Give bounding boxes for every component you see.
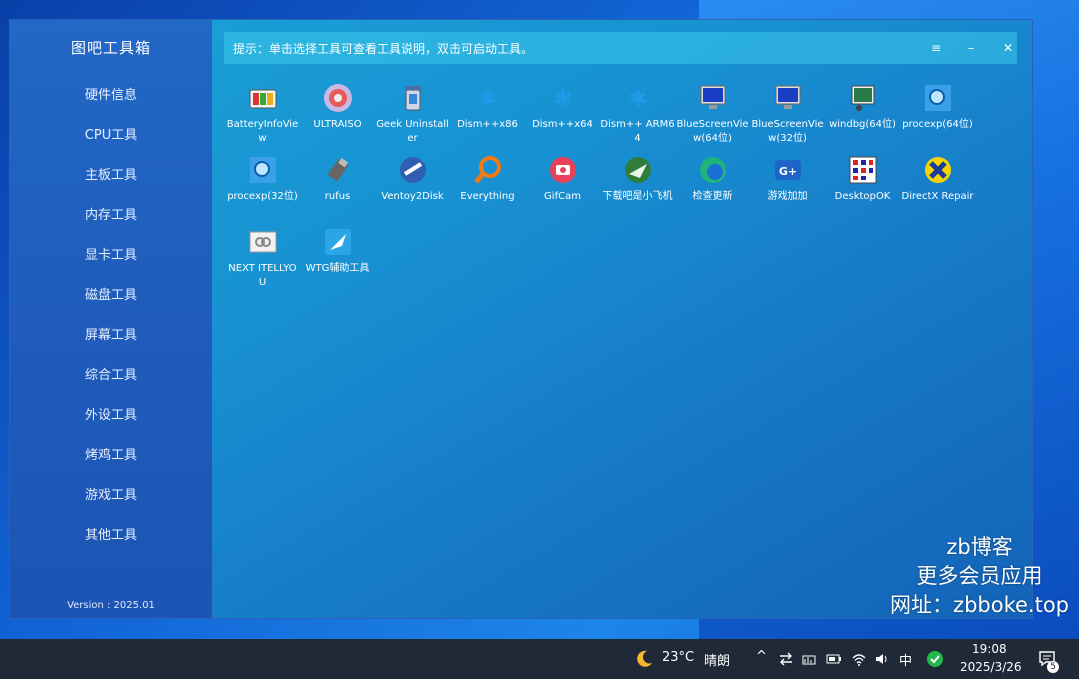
tool-rufus[interactable]: rufus	[300, 154, 375, 204]
tool-desktopok[interactable]: DesktopOK	[825, 154, 900, 204]
battery-icon[interactable]	[826, 651, 842, 667]
watermark-line-2: 更多会员应用	[916, 564, 1043, 588]
speaker-icon[interactable]	[874, 651, 890, 667]
tool-dism-x86[interactable]: ✱ Dism++x86	[450, 82, 525, 132]
sidebar-item-general[interactable]: 综合工具	[10, 364, 212, 404]
dism-icon: ✱	[628, 87, 646, 112]
sidebar-item-game[interactable]: 游戏工具	[10, 484, 212, 524]
dism-icon: ✱	[478, 87, 496, 112]
battery-icon	[249, 89, 276, 109]
chevron-up-icon[interactable]: ^	[756, 649, 767, 664]
sidebar-item-stress-test[interactable]: 烤鸡工具	[10, 444, 212, 484]
sidebar-item-screen[interactable]: 屏幕工具	[10, 324, 212, 364]
taskbar: 23°C 晴朗 ^ 中 19:08 2025/3/26 5	[0, 639, 1079, 679]
weather-desc[interactable]: 晴朗	[704, 650, 730, 669]
tool-bluescreenview-64[interactable]: BlueScreenView(64位)	[675, 82, 750, 146]
sidebar-item-gpu[interactable]: 显卡工具	[10, 244, 212, 284]
link-icon	[249, 231, 276, 253]
trash-icon	[404, 86, 421, 111]
monitor-icon	[700, 85, 725, 109]
svg-text:✱: ✱	[553, 87, 571, 112]
tool-dism-x64[interactable]: ✱ Dism++x64	[525, 82, 600, 132]
tool-dism-arm64[interactable]: ✱ Dism++ ARM64	[600, 82, 675, 146]
process-icon	[249, 157, 276, 183]
moon-weather-icon[interactable]	[634, 649, 654, 669]
ime-indicator[interactable]: 中	[899, 650, 912, 669]
sidebar-item-other[interactable]: 其他工具	[10, 524, 212, 564]
debugger-icon	[851, 85, 874, 111]
tool-ventoy2disk[interactable]: Ventoy2Disk	[375, 154, 450, 204]
monitor-icon	[775, 85, 800, 109]
sidebar-item-peripheral[interactable]: 外设工具	[10, 404, 212, 444]
edge-icon	[699, 157, 726, 183]
toolbox-window: 图吧工具箱 硬件信息 CPU工具 主板工具 内存工具 显卡工具 磁盘工具 屏幕工…	[9, 19, 1033, 619]
magnifier-icon	[473, 156, 501, 184]
clock-date[interactable]: 2025/3/26	[960, 660, 1022, 674]
tool-everything[interactable]: Everything	[450, 154, 525, 204]
tool-batteryinfoview[interactable]: BatteryInfoView	[225, 82, 300, 146]
version-label: Version : 2025.01	[67, 600, 155, 611]
weather-temp[interactable]: 23°C	[662, 650, 694, 665]
tool-check-update[interactable]: 检查更新	[675, 154, 750, 204]
tool-directx-repair[interactable]: DirectX Repair	[900, 154, 975, 204]
watermark-line-3: 网址：zbboke.top	[890, 593, 1069, 617]
camera-icon	[549, 157, 576, 183]
disc-icon	[323, 84, 352, 112]
tool-youxijiajia[interactable]: G+ 游戏加加	[750, 154, 825, 204]
svg-text:✱: ✱	[628, 87, 646, 112]
watermark: zb博客 更多会员应用 网址：zbboke.top	[890, 533, 1069, 620]
sidebar-nav: 硬件信息 CPU工具 主板工具 内存工具 显卡工具 磁盘工具 屏幕工具 综合工具…	[10, 84, 212, 564]
ventoy-icon	[399, 157, 426, 183]
wifi-icon[interactable]	[851, 651, 867, 667]
wtg-icon	[324, 229, 351, 255]
transfer-icon[interactable]	[778, 651, 794, 667]
sidebar-item-hardware-info[interactable]: 硬件信息	[10, 84, 212, 124]
watermark-line-1: zb博客	[946, 535, 1013, 559]
tool-procexp-64[interactable]: procexp(64位)	[900, 82, 975, 132]
wechat-icon[interactable]	[926, 650, 944, 668]
tool-ultraiso[interactable]: ULTRAISO	[300, 82, 375, 132]
usb-icon	[327, 157, 348, 181]
tool-xiaofeiji[interactable]: 下载吧是小飞机	[600, 154, 675, 204]
tool-gifcam[interactable]: GifCam	[525, 154, 600, 204]
app-title: 图吧工具箱	[70, 39, 151, 57]
tool-windbg-64[interactable]: windbg(64位)	[825, 82, 900, 132]
svg-text:G+: G+	[778, 165, 796, 178]
process-icon	[924, 85, 951, 111]
svg-text:✱: ✱	[478, 87, 496, 112]
dism-icon: ✱	[553, 87, 571, 112]
meter-icon[interactable]	[801, 651, 817, 667]
tool-bluescreenview-32[interactable]: BlueScreenView(32位)	[750, 82, 825, 146]
sidebar-item-disk[interactable]: 磁盘工具	[10, 284, 212, 324]
directx-icon	[924, 157, 951, 183]
plane-icon	[624, 157, 651, 183]
clock-time[interactable]: 19:08	[972, 642, 1007, 656]
close-button[interactable]: ✕	[996, 36, 1020, 60]
notification-count-badge: 5	[1047, 661, 1059, 673]
sidebar-item-cpu[interactable]: CPU工具	[10, 124, 212, 164]
hint-text: 提示：单击选择工具可查看工具说明，双击可启动工具。	[233, 42, 534, 56]
sidebar-item-memory[interactable]: 内存工具	[10, 204, 212, 244]
game-icon: G+	[774, 160, 801, 180]
sidebar: 图吧工具箱 硬件信息 CPU工具 主板工具 内存工具 显卡工具 磁盘工具 屏幕工…	[10, 20, 212, 618]
desktop-grid-icon	[849, 156, 876, 184]
tool-wtg[interactable]: WTG辅助工具	[300, 226, 375, 276]
minimize-button[interactable]: –	[959, 36, 983, 60]
tool-procexp-32[interactable]: procexp(32位)	[225, 154, 300, 204]
sidebar-item-motherboard[interactable]: 主板工具	[10, 164, 212, 204]
menu-button[interactable]: ≡	[924, 36, 948, 60]
hint-bar: 提示：单击选择工具可查看工具说明，双击可启动工具。 ≡ – ✕	[224, 32, 1017, 64]
tool-next-itellyou[interactable]: NEXT ITELLYOU	[225, 226, 300, 290]
tool-geek-uninstaller[interactable]: Geek Uninstaller	[375, 82, 450, 146]
